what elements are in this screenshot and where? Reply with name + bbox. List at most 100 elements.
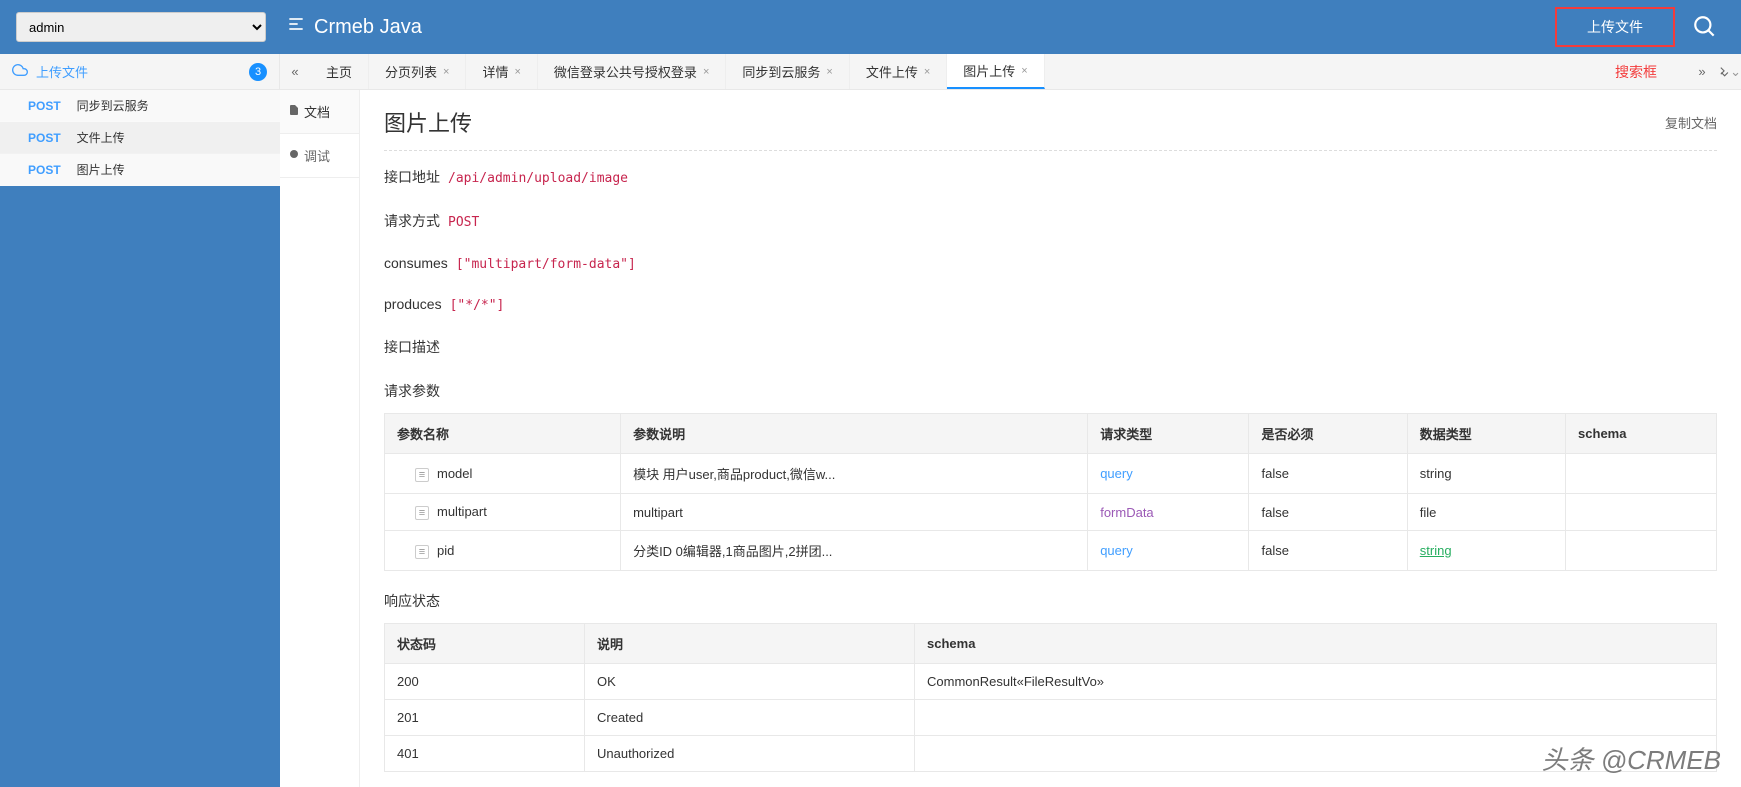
- vtab-debug[interactable]: 调试: [280, 134, 359, 178]
- tabs-dropdown[interactable]: ⌄: [1717, 54, 1741, 89]
- api-method-row: 请求方式 POST: [384, 211, 1717, 231]
- tab-wechat-auth[interactable]: 微信登录公共号授权登录×: [538, 54, 726, 89]
- cell-schema: [915, 700, 1717, 736]
- tab-file-upload[interactable]: 文件上传×: [850, 54, 947, 89]
- upload-file-button[interactable]: 上传文件: [1555, 7, 1675, 47]
- produces-value: ["*/*"]: [450, 298, 505, 313]
- tabs-scroll-right[interactable]: »: [1687, 54, 1717, 89]
- menu-icon: [286, 14, 306, 40]
- cell-desc: OK: [585, 664, 915, 700]
- consumes-value: ["multipart/form-data"]: [456, 257, 636, 272]
- doc-title: 图片上传: [384, 106, 472, 138]
- table-row: ≡pid分类ID 0编辑器,1商品图片,2拼团...queryfalsestri…: [385, 531, 1717, 571]
- table-row: 401Unauthorized: [385, 736, 1717, 772]
- cell-code: 401: [385, 736, 585, 772]
- cell-schema: [915, 736, 1717, 772]
- consumes-row: consumes ["multipart/form-data"]: [384, 255, 1717, 272]
- sidebar-item-label: 文件上传: [77, 129, 125, 146]
- method-badge: POST: [28, 99, 61, 113]
- vertical-tabs: 文档 调试: [280, 90, 360, 787]
- close-icon[interactable]: ×: [826, 66, 832, 78]
- api-method-value: POST: [448, 215, 479, 230]
- table-row: ≡multipartmultipartformDatafalsefile: [385, 494, 1717, 531]
- tabs-bar: « 主页 分页列表× 详情× 微信登录公共号授权登录× 同步到云服务× 文件上传…: [280, 54, 1741, 89]
- col-status-desc: 说明: [585, 624, 915, 664]
- tab-detail[interactable]: 详情×: [466, 54, 537, 89]
- col-param-desc: 参数说明: [621, 414, 1088, 454]
- param-icon: ≡: [415, 545, 429, 559]
- cell-schema: [1566, 531, 1717, 571]
- api-url-label: 接口地址: [384, 167, 440, 187]
- produces-row: produces ["*/*"]: [384, 296, 1717, 313]
- cell-required: false: [1249, 531, 1407, 571]
- api-url-value: /api/admin/upload/image: [448, 171, 628, 186]
- app-title: Crmeb Java: [314, 16, 422, 39]
- tabs-scroll-left[interactable]: «: [280, 54, 310, 89]
- doc-header: 图片上传 复制文档: [384, 106, 1717, 151]
- api-method-label: 请求方式: [384, 211, 440, 231]
- resp-status-title: 响应状态: [384, 591, 1717, 611]
- table-header-row: 状态码 说明 schema: [385, 624, 1717, 664]
- sidebar-group-header[interactable]: 上传文件 3: [0, 54, 280, 89]
- method-badge: POST: [28, 163, 61, 177]
- col-data-type: 数据类型: [1407, 414, 1565, 454]
- cell-code: 200: [385, 664, 585, 700]
- document-icon: [288, 104, 300, 119]
- app-logo: Crmeb Java: [286, 14, 422, 40]
- sub-header: 上传文件 3 « 主页 分页列表× 详情× 微信登录公共号授权登录× 同步到云服…: [0, 54, 1741, 90]
- tab-image-upload[interactable]: 图片上传×: [947, 54, 1044, 89]
- table-row: 201Created: [385, 700, 1717, 736]
- vtab-doc[interactable]: 文档: [280, 90, 359, 134]
- cell-data-type: file: [1407, 494, 1565, 531]
- search-button[interactable]: [1685, 7, 1725, 47]
- status-table: 状态码 说明 schema 200OKCommonResult«FileResu…: [384, 623, 1717, 772]
- param-icon: ≡: [415, 506, 429, 520]
- desc-label: 接口描述: [384, 337, 440, 357]
- col-status-schema: schema: [915, 624, 1717, 664]
- col-req-type: 请求类型: [1088, 414, 1249, 454]
- cell-required: false: [1249, 454, 1407, 494]
- close-icon[interactable]: ×: [443, 66, 449, 78]
- tab-home[interactable]: 主页: [310, 54, 369, 89]
- params-table: 参数名称 参数说明 请求类型 是否必须 数据类型 schema ≡model模块…: [384, 413, 1717, 571]
- req-params-title: 请求参数: [384, 381, 1717, 401]
- cell-desc: Created: [585, 700, 915, 736]
- param-icon: ≡: [415, 468, 429, 482]
- doc-content: 图片上传 复制文档 接口地址 /api/admin/upload/image 请…: [360, 90, 1741, 787]
- cell-data-type: string: [1407, 531, 1565, 571]
- cell-req-type: formData: [1088, 494, 1249, 531]
- close-icon[interactable]: ×: [703, 66, 709, 78]
- copy-doc-button[interactable]: 复制文档: [1665, 113, 1717, 132]
- cloud-icon: [12, 62, 28, 81]
- close-icon[interactable]: ×: [514, 66, 520, 78]
- produces-label: produces: [384, 296, 442, 312]
- cell-code: 201: [385, 700, 585, 736]
- sidebar-item-sync-cloud[interactable]: POST 同步到云服务: [0, 90, 280, 122]
- cell-name: ≡model: [385, 454, 621, 494]
- sidebar-group-badge: 3: [249, 63, 267, 81]
- cell-desc: 模块 用户user,商品product,微信w...: [621, 454, 1088, 494]
- col-required: 是否必须: [1249, 414, 1407, 454]
- col-param-name: 参数名称: [385, 414, 621, 454]
- tab-page-list[interactable]: 分页列表×: [369, 54, 466, 89]
- tab-sync-cloud[interactable]: 同步到云服务×: [726, 54, 849, 89]
- close-icon[interactable]: ×: [924, 66, 930, 78]
- cell-name: ≡pid: [385, 531, 621, 571]
- sidebar-item-image-upload[interactable]: POST 图片上传: [0, 154, 280, 186]
- cell-req-type: query: [1088, 531, 1249, 571]
- sidebar-item-label: 图片上传: [77, 161, 125, 178]
- cell-desc: Unauthorized: [585, 736, 915, 772]
- cell-desc: 分类ID 0编辑器,1商品图片,2拼团...: [621, 531, 1088, 571]
- sidebar-item-file-upload[interactable]: POST 文件上传: [0, 122, 280, 154]
- col-schema: schema: [1566, 414, 1717, 454]
- bug-icon: [288, 148, 300, 163]
- module-select[interactable]: admin: [16, 12, 266, 42]
- table-row: 200OKCommonResult«FileResultVo»: [385, 664, 1717, 700]
- table-header-row: 参数名称 参数说明 请求类型 是否必须 数据类型 schema: [385, 414, 1717, 454]
- desc-row: 接口描述: [384, 337, 1717, 357]
- close-icon[interactable]: ×: [1021, 65, 1027, 77]
- cell-schema: CommonResult«FileResultVo»: [915, 664, 1717, 700]
- sidebar-group-title: 上传文件: [36, 62, 249, 81]
- cell-data-type: string: [1407, 454, 1565, 494]
- cell-schema: [1566, 494, 1717, 531]
